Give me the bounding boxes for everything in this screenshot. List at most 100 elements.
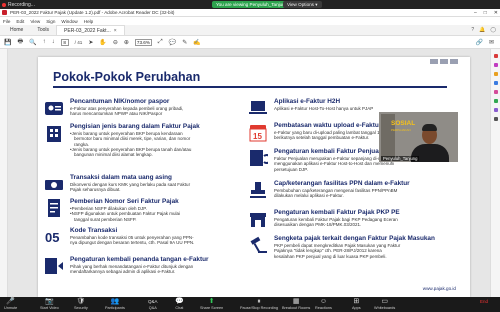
email-icon[interactable]: ✉ [489,39,494,46]
end-button[interactable]: End [480,298,488,306]
reactions-label: Reactions [315,306,332,310]
bell-icon[interactable]: 🔔 [479,27,485,33]
recording-indicator[interactable]: Recording... [2,1,35,8]
page-number-input[interactable]: 8 [60,38,69,46]
maximize-button[interactable]: □ [484,9,487,17]
prev-page-icon[interactable]: ↑ [43,39,46,45]
account-icon[interactable]: ◯ [490,27,496,33]
change-item-line: Aplikasi e-Faktur Host-To-Host hanya unt… [274,106,374,111]
menu-edit[interactable]: Edit [16,19,24,24]
organize-tool-icon[interactable] [493,108,498,112]
camera-icon: 📷 [45,298,54,305]
whiteboards-button[interactable]: ▭ Whiteboards [374,298,395,310]
minimize-button[interactable]: – [474,9,477,17]
stamp-icon [248,180,268,200]
speaker-video-tile[interactable]: SOSIAL PERPAJAKAN Penyuluh_Tanjung [379,112,458,162]
zoom-in-icon[interactable]: ⊕ [124,39,129,46]
save-icon[interactable]: 💾 [4,39,11,46]
combine-tool-icon[interactable] [493,81,498,85]
more-tools-icon[interactable] [493,117,498,121]
tab-tools[interactable]: Tools [30,25,56,35]
next-page-icon[interactable]: ↓ [52,39,55,45]
security-button[interactable]: 🛡 Security [74,298,88,310]
pause-recording-button[interactable]: ⏸ Pause/Stop Recording [240,298,278,310]
menu-help[interactable]: Help [84,19,93,24]
tab-document[interactable]: PER-03_2022 Fakt... × [56,25,125,35]
microphone-icon: 🎤 [6,298,15,305]
svg-text:15: 15 [253,132,262,141]
menu-file[interactable]: File [3,19,10,24]
tab-bar: Home Tools PER-03_2022 Fakt... × ? 🔔 ◯ [0,25,500,36]
shield-icon: 🛡 [76,298,86,305]
change-item-title: Pengaturan kembali Faktur Pajak PKP PE [274,209,400,216]
change-item-text: Pemberian NSFP dilakukan oleh DJP.NSFP d… [70,206,180,222]
change-item-text: Penambahan kode transaksi 05 untuk penye… [70,235,194,246]
change-item-line: mendaftarkannya sebagai admin di aplikas… [70,269,176,275]
edit-tool-icon[interactable] [493,63,498,67]
start-video-button[interactable]: 📷 Start Video [40,298,59,310]
change-item-title: Pengaturan kembali penanda tangan e-Fakt… [70,256,209,263]
close-button[interactable]: ✕ [494,9,498,17]
change-item-line: kesalahan PKP penjual yang di luar kuasa… [274,253,387,259]
tab-home[interactable]: Home [3,25,30,35]
comment-icon[interactable]: 💬 [169,39,176,46]
highlight-icon[interactable]: ✎ [182,39,187,46]
id-card-icon [44,98,64,118]
change-item-body: Cap/keterangan fasilitas PPN dalam e-Fak… [274,180,410,199]
view-options-button[interactable]: View Options ▾ [283,1,322,8]
pause-recording-label: Pause/Stop Recording [240,306,278,310]
qa-label: Q&A [148,306,157,310]
reactions-button[interactable]: ☺ Reactions [315,298,332,310]
window-title: PER-03_2022 Faktur Pajak (Update 1.2).pd… [10,10,175,15]
export-tool-icon[interactable] [493,99,498,103]
video-banner-sub: PERPAJAKAN [391,128,411,132]
zoom-level-select[interactable]: 73.6% [134,38,152,46]
apps-button[interactable]: ⊞ Apps [352,298,361,310]
calendar-15-icon: 15 [248,122,268,142]
change-item-title: Pemberian Nomor Seri Faktur Pajak [70,198,179,205]
page-footer-url: www.pajak.go.id [422,286,456,291]
gavel-icon [248,235,268,255]
change-item-body: Kode Transaksi Penambahan kode transaksi … [70,227,194,246]
comment-tool-icon[interactable] [493,72,498,76]
pdf-tool-icon[interactable] [493,54,498,58]
left-navigation-pane[interactable] [0,49,8,297]
repeat-icon [248,148,272,168]
print-icon[interactable]: 🖶 [17,37,23,47]
sign-tool-icon[interactable] [493,90,498,94]
qa-button[interactable]: Q&A Q&A [148,298,158,310]
select-cursor-icon[interactable]: ➤ [88,39,93,46]
share-screen-button[interactable]: ⬆ Share Screen [200,298,223,310]
change-item-body: Pengaturan kembali penanda tangan e-Fakt… [70,256,209,275]
sign-icon[interactable]: ✍ [193,39,200,46]
hand-icon[interactable]: ✋ [99,39,106,46]
apps-icon: ⊞ [353,298,360,305]
record-dot-icon [2,2,6,7]
fit-page-icon[interactable]: ⤢ [158,39,163,46]
share-link-icon[interactable]: 🔗 [475,39,482,46]
change-item-body: Transaksi dalam mata uang asing Dikonvers… [70,174,190,193]
change-item-bullet: bangunan minimal diisi alamat lengkap. [74,152,153,158]
help-icon[interactable]: ? [471,27,474,33]
menu-sign[interactable]: Sign [46,19,55,24]
change-item-body: Pengisian jenis barang dalam Faktur Paja… [70,123,200,157]
acrobat-logo-icon [2,10,7,15]
breakout-rooms-button[interactable]: ▦ Breakout Rooms [282,298,310,310]
tab-bar-actions: ? 🔔 ◯ [471,27,496,33]
speaker-name: Penyuluh_Tanjung [381,156,420,161]
chat-button[interactable]: 💬 Chat [175,298,184,310]
unmute-button[interactable]: 🎤 Unmute [4,298,17,310]
tab-close-icon[interactable]: × [114,28,117,34]
change-item-line: berikutnya setelah tanggal pembuatan e-F… [274,135,370,141]
change-item-line: menggunakan aplikasi e-Faktur Host-to-Ho… [274,161,395,167]
participants-button[interactable]: 👥 Participants [105,298,125,310]
pdf-page: Pokok-Pokok Perubahan Pencantuman NIK/no… [38,57,470,297]
search-icon[interactable]: 🔍 [29,39,36,46]
menu-view[interactable]: View [30,19,40,24]
change-item-bullet: bermotor baru minimal diisi merek, tipe,… [74,136,191,142]
zoom-out-icon[interactable]: ⊖ [113,39,118,46]
smile-icon: ☺ [319,298,328,305]
change-item-body: Pembatasan waktu upload e-Faktur e-Faktur… [274,122,394,141]
right-tools-pane [490,49,500,297]
menu-window[interactable]: Window [61,19,77,24]
